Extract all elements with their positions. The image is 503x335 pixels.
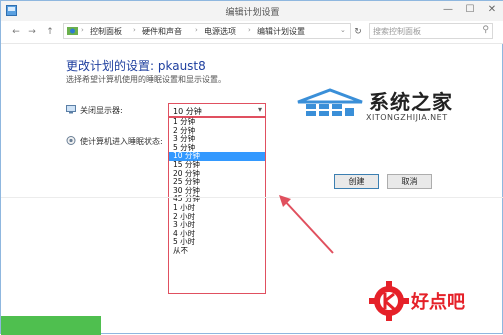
xitongzhijia-watermark: 系统之家 XITONGZHIJIA.NET xyxy=(294,86,494,126)
maximize-button[interactable]: ☐ xyxy=(461,3,479,17)
display-off-label: 关闭显示器: xyxy=(80,106,123,115)
breadcrumb-separator: › xyxy=(81,26,84,34)
address-bar[interactable]: › 控制面板 › 硬件和声音 › 电源选项 › 编辑计划设置 ⌄ xyxy=(63,23,351,39)
chevron-down-icon[interactable]: ▾ xyxy=(258,105,262,114)
breadcrumb-control-panel[interactable]: 控制面板 xyxy=(90,26,122,37)
forward-button[interactable]: → xyxy=(25,25,39,39)
breadcrumb-separator: › xyxy=(195,26,198,34)
dropdown-option[interactable]: 从不 xyxy=(169,246,265,256)
page-description: 选择希望计算机使用的睡眠设置和显示设置。 xyxy=(66,75,226,84)
chevron-down-icon[interactable]: ⌄ xyxy=(340,26,346,34)
window-frame: 编辑计划设置 — ☐ ✕ ← → ↑ › 控制面板 › 硬件和声音 › 电源选项… xyxy=(0,0,503,335)
refresh-icon[interactable]: ↻ xyxy=(351,25,365,39)
breadcrumb-separator: › xyxy=(133,26,136,34)
breadcrumb-hardware-sound[interactable]: 硬件和声音 xyxy=(142,26,182,37)
search-input[interactable]: 搜索控制面板 ⚲ xyxy=(369,23,493,39)
title-bar: 编辑计划设置 — ☐ ✕ xyxy=(1,1,503,22)
breadcrumb-edit-plan[interactable]: 编辑计划设置 xyxy=(257,26,305,37)
monitor-icon xyxy=(66,105,76,114)
decorative-green-bar xyxy=(1,316,101,335)
navigation-bar: ← → ↑ › 控制面板 › 硬件和声音 › 电源选项 › 编辑计划设置 ⌄ ↻… xyxy=(1,21,503,44)
annotation-arrow-icon xyxy=(279,195,334,254)
up-button[interactable]: ↑ xyxy=(43,25,57,39)
display-off-selected-value: 10 分钟 xyxy=(173,107,202,116)
cancel-button[interactable]: 取消 xyxy=(387,174,432,189)
breadcrumb-separator: › xyxy=(248,26,251,34)
breadcrumb-power-options[interactable]: 电源选项 xyxy=(204,26,236,37)
create-button[interactable]: 创建 xyxy=(334,174,379,189)
control-panel-icon xyxy=(67,27,78,35)
search-icon[interactable]: ⚲ xyxy=(482,25,489,35)
haodianba-logo-text: 好点吧 xyxy=(411,292,465,313)
watermark-url: XITONGZHIJIA.NET xyxy=(366,113,448,122)
gear-logo-icon xyxy=(369,281,409,321)
display-off-dropdown-list[interactable]: 1 分钟 2 分钟 3 分钟 5 分钟 10 分钟 15 分钟 20 分钟 25 分钟 30 分… xyxy=(168,117,266,294)
sleep-label: 使计算机进入睡眠状态: xyxy=(80,137,163,146)
display-off-select[interactable]: 10 分钟 ▾ xyxy=(168,103,266,117)
house-logo-icon xyxy=(297,88,363,116)
search-placeholder: 搜索控制面板 xyxy=(373,27,421,36)
window-title: 编辑计划设置 xyxy=(225,8,280,18)
haodianba-watermark: 好点吧 xyxy=(367,273,497,331)
footer-divider xyxy=(1,197,503,198)
watermark-title: 系统之家 xyxy=(369,90,453,114)
back-button[interactable]: ← xyxy=(9,25,23,39)
minimize-button[interactable]: — xyxy=(439,3,457,17)
sleep-icon xyxy=(66,136,76,145)
close-button[interactable]: ✕ xyxy=(483,3,501,17)
page-title: 更改计划的设置: pkaust8 xyxy=(66,59,206,73)
